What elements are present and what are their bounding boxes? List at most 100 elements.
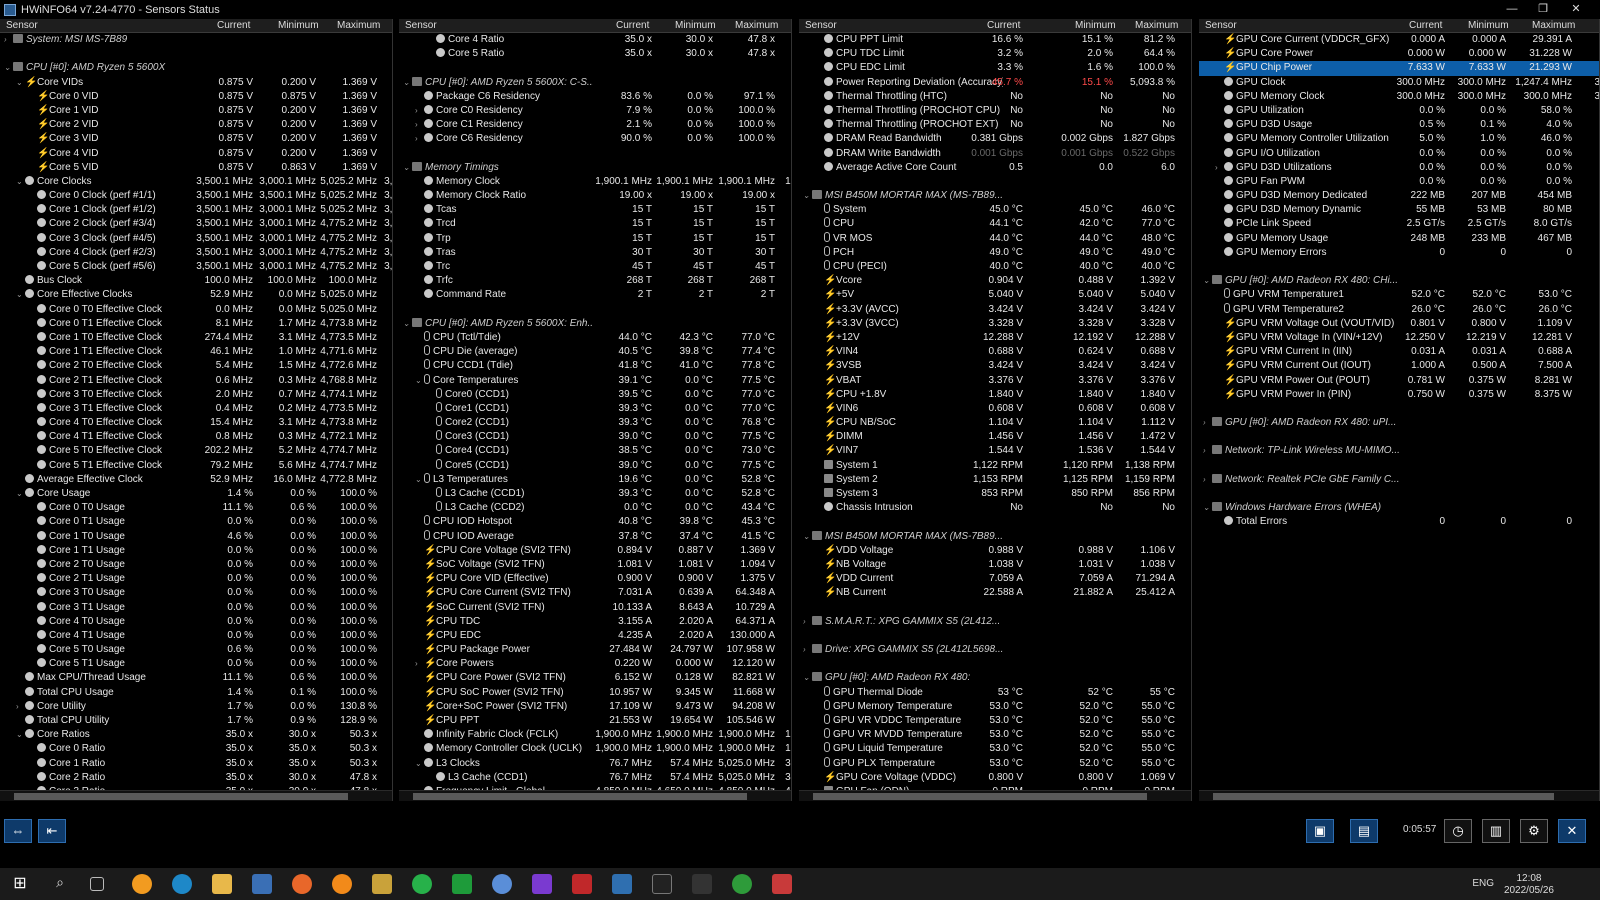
sensor-row[interactable]: ⚡GPU Core Voltage (VDDC) 0.800 V 0.800 V 1.… (799, 771, 1191, 785)
file-explorer-icon[interactable] (212, 874, 232, 894)
app-icon-8[interactable] (772, 874, 792, 894)
language-indicator[interactable]: ENG (1472, 878, 1494, 889)
sensor-group[interactable]: ⌄ GPU [#0]: AMD Radeon RX 480: (799, 671, 1191, 685)
sensor-row[interactable]: GPU Memory Usage 248 MB 233 MB 467 MB (1199, 232, 1599, 246)
sensor-row[interactable]: ⚡SoC Voltage (SVI2 TFN) 1.081 V 1.081 V 1.0… (399, 558, 791, 572)
sensor-row[interactable]: Core 0 T0 Effective Clock 0.0 MHz 0.0 MHz 5… (0, 303, 392, 317)
sensor-row[interactable]: Memory Clock Ratio 19.00 x 19.00 x 19.00 x (399, 189, 791, 203)
sensor-row[interactable]: Infinity Fabric Clock (FCLK) 1,900.0 MHz 1… (399, 728, 791, 742)
task-view-icon[interactable] (90, 877, 104, 891)
store-icon[interactable] (252, 874, 272, 894)
sensor-row[interactable]: ⚡GPU Chip Power 7.633 W 7.633 W 21.293 W (1199, 61, 1599, 76)
header-sensor[interactable]: Sensor (405, 20, 437, 31)
sensor-row[interactable]: CPU 44.1 °C 42.0 °C 77.0 °C (799, 217, 1191, 231)
horizontal-scrollbar[interactable] (1199, 790, 1599, 801)
sensor-row[interactable]: CPU IOD Average 37.8 °C 37.4 °C 41.5 °C (399, 529, 791, 544)
sensor-row[interactable]: GPU Memory Temperature 53.0 °C 52.0 °C 55.0… (799, 699, 1191, 714)
sensor-group[interactable]: ⌄ Windows Hardware Errors (WHEA) (1199, 501, 1599, 515)
close-button[interactable]: ✕ (1560, 0, 1592, 19)
sensor-row[interactable]: Core 3 T0 Usage 0.0 % 0.0 % 100.0 % (0, 586, 392, 600)
sensor-row[interactable]: Core 3 Clock (perf #4/5) 3,500.1 MHz 3,000… (0, 232, 392, 246)
sensor-row[interactable]: ⚡+3.3V (AVCC) 3.424 V 3.424 V 3.424 V (799, 303, 1191, 317)
sensor-row[interactable]: Core 0 Ratio 35.0 x 35.0 x 50.3 x (0, 742, 392, 756)
sensor-row[interactable]: ⌄ Core Usage 1.4 % 0.0 % 100.0 % (0, 487, 392, 501)
sensor-row[interactable]: GPU Memory Clock 300.0 MHz 300.0 MHz 300.0 … (1199, 90, 1599, 104)
expand-toggle-icon[interactable]: ⌄ (803, 530, 812, 544)
sensor-row[interactable]: ⌄ L3 Temperatures 19.6 °C 0.0 °C 52.8 °C (399, 472, 791, 487)
sensor-row[interactable]: Core 0 T0 Usage 11.1 % 0.6 % 100.0 % (0, 501, 392, 515)
header-current[interactable]: Current (616, 20, 649, 31)
sensor-row[interactable]: CPU IOD Hotspot 40.8 °C 39.8 °C 45.3 °C (399, 515, 791, 529)
sensor-row[interactable]: › Core C6 Residency 90.0 % 0.0 % 100.0 % (399, 132, 791, 146)
expand-toggle-icon[interactable]: › (1215, 161, 1224, 175)
sensor-row[interactable]: ⚡VIN4 0.688 V 0.624 V 0.688 V (799, 345, 1191, 359)
sensor-row[interactable]: ⚡SoC Current (SVI2 TFN) 10.133 A 8.643 A 10… (399, 601, 791, 615)
sensor-row[interactable]: ⌄ Core Clocks 3,500.1 MHz 3,000.1 MHz 5,025.… (0, 175, 392, 189)
sensor-row[interactable]: ⌄ Core Temperatures 39.1 °C 0.0 °C 77.5 °C (399, 373, 791, 388)
sensor-row[interactable]: ⚡Core 3 VID 0.875 V 0.200 V 1.369 V (0, 132, 392, 146)
sensor-group[interactable]: ⌄ CPU [#0]: AMD Ryzen 5 5600X: C-S... (399, 76, 791, 90)
header-minimum[interactable]: Minimum (278, 20, 319, 31)
sensor-group[interactable]: ⌄ MSI B450M MORTAR MAX (MS-7B89... (799, 189, 1191, 203)
sensor-row[interactable]: Core 3 T1 Usage 0.0 % 0.0 % 100.0 % (0, 601, 392, 615)
expand-toggle-icon[interactable]: › (415, 657, 424, 671)
sensor-row[interactable]: Trcd 15 T 15 T 15 T (399, 217, 791, 231)
app-search-icon[interactable] (332, 874, 352, 894)
sensor-group[interactable]: › Drive: XPG GAMMIX S5 (2L412L5698... (799, 643, 1191, 657)
sensor-row[interactable]: Core 4 Clock (perf #2/3) 3,500.1 MHz 3,000… (0, 246, 392, 260)
app-icon-5[interactable] (532, 874, 552, 894)
sensor-row[interactable]: Core 5 Ratio 35.0 x 30.0 x 47.8 x (399, 47, 791, 61)
scrollbar-thumb[interactable] (14, 793, 349, 800)
sensor-row[interactable]: ⚡GPU VRM Voltage In (VIN/+12V) 12.250 V 12… (1199, 331, 1599, 345)
expand-toggle-icon[interactable]: ⌄ (1203, 501, 1212, 515)
sensor-group[interactable]: ⌄ MSI B450M MORTAR MAX (MS-7B89... (799, 530, 1191, 544)
sensor-row[interactable]: PCIe Link Speed 2.5 GT/s 2.5 GT/s 8.0 GT/s (1199, 217, 1599, 231)
sensor-row[interactable]: L3 Cache (CCD1) 76.7 MHz 57.4 MHz 5,025.0 M… (399, 771, 791, 785)
sensor-row[interactable]: ⚡+5V 5.040 V 5.040 V 5.040 V (799, 288, 1191, 302)
sensor-row[interactable]: GPU VR VDDC Temperature 53.0 °C 52.0 °C 55.… (799, 714, 1191, 728)
sensor-row[interactable]: ⌄ ⚡Core VIDs 0.875 V 0.200 V 1.369 V (0, 76, 392, 90)
sensor-row[interactable]: Core 4 T0 Effective Clock 15.4 MHz 3.1 MHz… (0, 416, 392, 430)
exit-icon[interactable]: ✕ (1558, 819, 1586, 843)
expand-toggle-icon[interactable]: ⌄ (16, 288, 25, 302)
sensor-row[interactable]: Chassis Intrusion No No No (799, 501, 1191, 515)
sensor-row[interactable]: › Core C0 Residency 7.9 % 0.0 % 100.0 % (399, 104, 791, 118)
app-icon-3[interactable] (452, 874, 472, 894)
minimize-button[interactable]: — (1496, 0, 1528, 19)
expand-toggle-icon[interactable]: › (1203, 416, 1212, 430)
sensor-row[interactable]: Core2 (CCD1) 39.3 °C 0.0 °C 76.8 °C (399, 416, 791, 430)
header-sensor[interactable]: Sensor (1205, 20, 1237, 31)
app-icon-1[interactable] (132, 874, 152, 894)
sensor-row[interactable]: › GPU D3D Utilizations 0.0 % 0.0 % 0.0 % (1199, 161, 1599, 175)
sensor-row[interactable]: ⚡VIN6 0.608 V 0.608 V 0.608 V (799, 402, 1191, 416)
sensor-row[interactable]: ⚡CPU EDC 4.235 A 2.020 A 130.000 A (399, 629, 791, 643)
expand-toggle-icon[interactable]: ⌄ (803, 189, 812, 203)
sensor-row[interactable]: GPU Memory Controller Utilization 5.0 % 1.… (1199, 132, 1599, 146)
sensor-row[interactable]: ⚡GPU VRM Power Out (POUT) 0.781 W 0.375 W8… (1199, 374, 1599, 388)
sensor-group[interactable]: › Network: TP-Link Wireless MU-MIMO... (1199, 444, 1599, 458)
sensor-row[interactable]: Core 1 T1 Usage 0.0 % 0.0 % 100.0 % (0, 544, 392, 558)
sensor-row[interactable]: ⚡3VSB 3.424 V 3.424 V 3.424 V (799, 359, 1191, 373)
sensor-row[interactable]: GPU D3D Memory Dedicated 222 MB 207 MB 454 … (1199, 189, 1599, 203)
sensor-row[interactable]: ⚡VDD Current 7.059 A 7.059 A 71.294 A (799, 572, 1191, 586)
sensor-row[interactable]: Core 1 T1 Effective Clock 46.1 MHz 1.0 MHz… (0, 345, 392, 359)
sensor-row[interactable]: GPU Utilization 0.0 % 0.0 % 58.0 % (1199, 104, 1599, 118)
sensor-row[interactable]: Core4 (CCD1) 38.5 °C 0.0 °C 73.0 °C (399, 444, 791, 458)
expand-toggle-icon[interactable]: › (803, 643, 812, 657)
sensor-row[interactable]: Core0 (CCD1) 39.5 °C 0.0 °C 77.0 °C (399, 387, 791, 402)
sensor-row[interactable]: ⚡Core 1 VID 0.875 V 0.200 V 1.369 V (0, 104, 392, 118)
sensor-row[interactable]: Core 5 T1 Effective Clock 79.2 MHz 5.6 MHz… (0, 459, 392, 473)
expand-toggle-icon[interactable]: ⌄ (803, 671, 812, 685)
scrollbar-thumb[interactable] (813, 793, 1148, 800)
sensor-row[interactable]: Core 2 Clock (perf #3/4) 3,500.1 MHz 3,000… (0, 217, 392, 231)
sensor-group[interactable]: ⌄ CPU [#0]: AMD Ryzen 5 5600X (0, 61, 392, 75)
horizontal-scrollbar[interactable] (799, 790, 1191, 801)
sensor-row[interactable]: Core 0 Clock (perf #1/1) 3,500.1 MHz 3,500… (0, 189, 392, 203)
sensor-group[interactable]: ⌄ CPU [#0]: AMD Ryzen 5 5600X: Enh... (399, 317, 791, 331)
header-minimum[interactable]: Minimum (1468, 20, 1509, 31)
sensor-row[interactable]: Core 1 Ratio 35.0 x 35.0 x 50.3 x (0, 757, 392, 771)
sensor-row[interactable]: Core 1 T0 Effective Clock 274.4 MHz 3.1 MH… (0, 331, 392, 345)
sensor-group[interactable]: › Network: Realtek PCIe GbE Family C... (1199, 473, 1599, 487)
sensor-row[interactable]: Core 0 T1 Usage 0.0 % 0.0 % 100.0 % (0, 515, 392, 529)
sensor-row[interactable]: CPU CCD1 (Tdie) 41.8 °C 41.0 °C 77.8 °C (399, 359, 791, 373)
